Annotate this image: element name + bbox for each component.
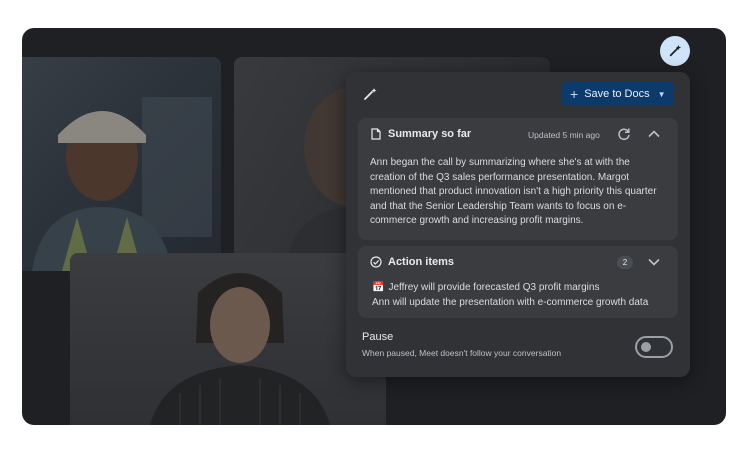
action-item: 📅 Jeffrey will provide forecasted Q3 prof… <box>372 280 672 295</box>
save-to-docs-button[interactable]: + Save to Docs ▼ <box>562 82 674 106</box>
pause-toggle[interactable] <box>635 336 673 358</box>
action-items-label: Action items <box>388 256 455 268</box>
summary-card: Summary so far Updated 5 min ago Ann beg… <box>358 118 678 240</box>
summary-text: Ann began the call by summarizing where … <box>370 157 657 227</box>
action-count-badge: 2 <box>617 256 633 269</box>
calendar-icon: 📅 <box>372 282 385 293</box>
action-list: 📅 Jeffrey will provide forecasted Q3 prof… <box>372 280 672 310</box>
ai-assistant-button[interactable] <box>660 36 690 66</box>
dim-overlay <box>70 253 386 425</box>
panel-header: + Save to Docs ▼ <box>346 72 690 118</box>
pause-description: When paused, Meet doesn't follow your co… <box>362 348 562 358</box>
summary-title: Summary so far <box>370 128 471 140</box>
participant-video-3[interactable] <box>70 253 386 425</box>
dim-overlay <box>22 57 221 271</box>
magic-wand-icon <box>364 88 377 100</box>
refresh-icon[interactable] <box>616 126 632 142</box>
action-item-text: Jeffrey will provide forecasted Q3 profi… <box>388 282 600 293</box>
pause-label: Pause <box>362 331 394 343</box>
updated-timestamp: Updated 5 min ago <box>528 130 600 140</box>
participant-video-1[interactable] <box>22 57 221 271</box>
notes-panel: + Save to Docs ▼ Summary so far Updated … <box>346 72 690 377</box>
action-items-title: Action items <box>370 256 454 268</box>
toggle-knob <box>641 342 651 352</box>
action-items-card: Action items 2 📅 Jeffrey will provide for… <box>358 246 678 318</box>
document-icon <box>371 128 381 140</box>
action-item: Ann will update the presentation with e-… <box>372 297 649 308</box>
summary-title-label: Summary so far <box>388 128 472 140</box>
plus-icon: + <box>570 86 579 102</box>
magic-wand-icon <box>669 44 682 57</box>
chevron-down-icon[interactable] <box>646 254 662 270</box>
chevron-up-icon[interactable] <box>646 126 662 142</box>
caret-down-icon[interactable]: ▼ <box>658 90 666 99</box>
save-to-docs-label: Save to Docs <box>584 88 650 100</box>
check-circle-icon <box>370 256 382 268</box>
